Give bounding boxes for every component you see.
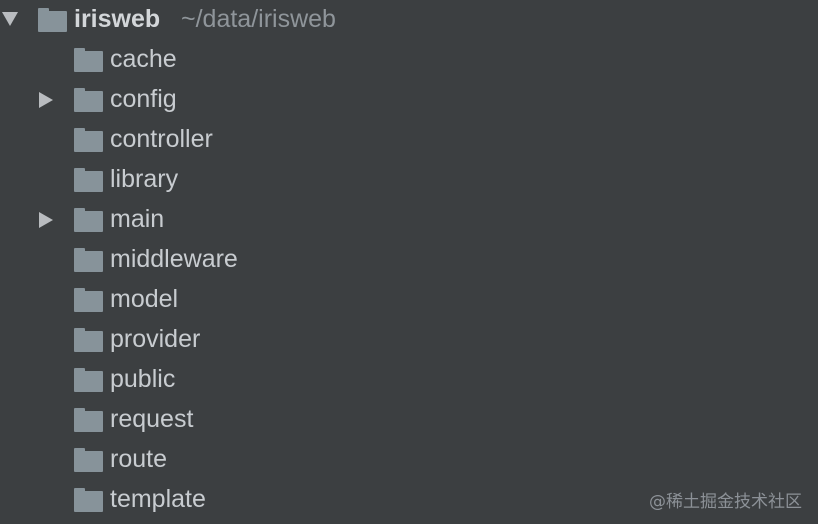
folder-icon	[74, 248, 103, 272]
folder-label: template	[110, 485, 206, 513]
tree-row-library[interactable]: library	[0, 160, 818, 200]
tree-row-cache[interactable]: cache	[0, 40, 818, 80]
tree-row-root[interactable]: irisweb ~/data/irisweb	[0, 0, 818, 40]
chevron-down-icon[interactable]	[2, 12, 18, 26]
folder-icon	[74, 48, 103, 72]
folder-icon	[74, 168, 103, 192]
watermark: @稀土掘金技术社区	[649, 492, 802, 512]
chevron-right-icon[interactable]	[39, 212, 53, 228]
folder-icon	[38, 8, 67, 32]
tree-row-controller[interactable]: controller	[0, 120, 818, 160]
project-tree: irisweb ~/data/irisweb cache config cont…	[0, 0, 818, 524]
tree-row-request[interactable]: request	[0, 400, 818, 440]
chevron-right-icon[interactable]	[39, 92, 53, 108]
folder-label: controller	[110, 125, 213, 153]
folder-icon	[74, 488, 103, 512]
tree-row-config[interactable]: config	[0, 80, 818, 120]
root-folder-label: irisweb	[74, 5, 161, 33]
folder-icon	[74, 368, 103, 392]
folder-icon	[74, 128, 103, 152]
folder-label: middleware	[110, 245, 238, 273]
folder-label: provider	[110, 325, 201, 353]
tree-row-middleware[interactable]: middleware	[0, 240, 818, 280]
folder-icon	[74, 328, 103, 352]
tree-row-model[interactable]: model	[0, 280, 818, 320]
folder-icon	[74, 408, 103, 432]
folder-icon	[74, 448, 103, 472]
folder-icon	[74, 88, 103, 112]
folder-icon	[74, 208, 103, 232]
root-folder-path: ~/data/irisweb	[181, 5, 336, 33]
folder-label: config	[110, 85, 177, 113]
tree-row-main[interactable]: main	[0, 200, 818, 240]
folder-icon	[74, 288, 103, 312]
folder-label: library	[110, 165, 179, 193]
tree-row-route[interactable]: route	[0, 440, 818, 480]
tree-row-provider[interactable]: provider	[0, 320, 818, 360]
folder-label: model	[110, 285, 179, 313]
folder-label: request	[110, 405, 194, 433]
folder-label: main	[110, 205, 165, 233]
folder-label: route	[110, 445, 167, 473]
folder-label: public	[110, 365, 176, 393]
folder-label: cache	[110, 45, 177, 73]
tree-row-public[interactable]: public	[0, 360, 818, 400]
